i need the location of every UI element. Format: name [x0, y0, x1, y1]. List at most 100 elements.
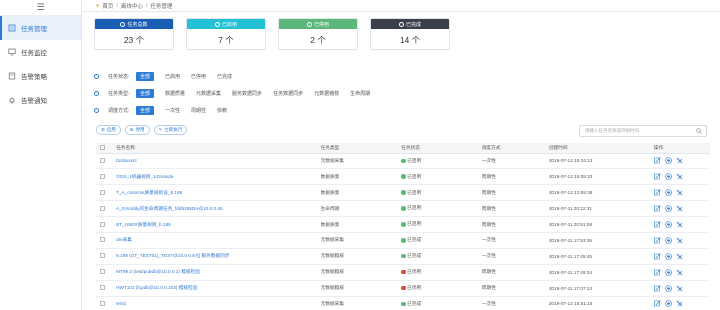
status-label: 已启用: [407, 157, 422, 163]
row-checkbox[interactable]: [96, 184, 114, 202]
sidebar-item-alert-notice[interactable]: 告警通知: [0, 88, 81, 112]
delete-icon[interactable]: [676, 205, 683, 212]
breadcrumb-level2[interactable]: 离线中心: [121, 2, 143, 10]
task-name-link[interactable]: MT99.2 (test/pubdb@10.0.0.2) 稽核检验: [113, 264, 321, 281]
row-checkbox[interactable]: [96, 264, 114, 281]
play-icon[interactable]: [664, 284, 672, 292]
edit-icon[interactable]: [653, 253, 661, 260]
row-checkbox[interactable]: [96, 280, 114, 297]
pause-icon[interactable]: [664, 205, 672, 212]
status-label: 已启用: [407, 221, 422, 227]
edit-icon[interactable]: [653, 268, 661, 276]
play-icon[interactable]: [664, 252, 672, 260]
filter-option[interactable]: 生命周期: [350, 90, 370, 97]
delete-icon[interactable]: [676, 221, 683, 228]
menu-toggle-icon[interactable]: ☰: [0, 0, 81, 16]
filter-option[interactable]: 周期性: [191, 107, 206, 114]
edit-icon[interactable]: [653, 221, 661, 228]
breadcrumb-home[interactable]: 首页: [102, 2, 113, 10]
search-input[interactable]: 请输入任务名称或开始时间: [579, 125, 707, 137]
task-name-link[interactable]: BT_USER质量规则_b.199: [113, 216, 321, 233]
card-completed[interactable]: 已完成 14 个: [370, 18, 450, 50]
card-enabled[interactable]: 已启用 7 个: [186, 18, 266, 50]
sidebar-item-alert-policy[interactable]: 告警策略: [0, 64, 81, 88]
filter-option[interactable]: 全部: [136, 106, 155, 115]
row-checkbox[interactable]: [96, 168, 114, 186]
filter-option[interactable]: 已停用: [191, 73, 206, 80]
delete-icon[interactable]: [676, 269, 683, 276]
row-actions: [653, 232, 710, 249]
filter-option[interactable]: 任务数据同步: [273, 90, 303, 97]
select-all-checkbox[interactable]: [96, 143, 114, 154]
status-label: 已完成: [407, 237, 422, 243]
play-icon[interactable]: [664, 237, 672, 244]
task-name-link[interactable]: OOS_1机器规则_142oracle: [113, 168, 321, 186]
filter-option[interactable]: 数据质量: [165, 90, 185, 97]
delete-icon[interactable]: [676, 237, 683, 244]
delete-icon[interactable]: [676, 173, 683, 180]
table-row: HWT103 (fcpdb@10.0.0.103) 稽核检验 元数据稽核 已停用 周期…: [96, 280, 710, 297]
row-actions: [653, 216, 710, 233]
filter-option[interactable]: 一次性: [165, 107, 180, 114]
card-header: 已启用: [187, 19, 265, 29]
card-total[interactable]: 任务总数 23 个: [94, 18, 174, 50]
task-name-link[interactable]: HWT103 (fcpdb@10.0.0.103) 稽核检验: [113, 280, 321, 297]
task-name-link[interactable]: bzdsxxsct: [113, 153, 321, 170]
edit-icon[interactable]: [653, 300, 661, 307]
table-row: dm采集 元数据采集 已完成 一次性 2019-07-11 17:53:35: [96, 232, 710, 249]
delete-icon[interactable]: [676, 285, 683, 292]
edit-icon[interactable]: [653, 157, 661, 164]
pause-icon[interactable]: [664, 173, 672, 181]
edit-icon[interactable]: [653, 284, 661, 292]
delete-icon[interactable]: [676, 157, 683, 164]
row-checkbox[interactable]: [96, 216, 114, 233]
row-checkbox[interactable]: [96, 232, 114, 249]
play-icon[interactable]: [664, 268, 672, 276]
filter-row-type: 任务类型: 全部 数据质量 元数据采集 服务数据同步 任务数据同步 元数据稽核 …: [94, 85, 381, 102]
col-header-name[interactable]: 任务名称: [113, 143, 321, 154]
task-name-link[interactable]: T_A_cmscms质量规则设_8.199: [113, 184, 321, 202]
row-checkbox[interactable]: [96, 248, 114, 265]
search-icon[interactable]: [696, 128, 702, 135]
table-toolbar: ⊕ 启用 ⊕ 停用 ✎ 立即执行: [96, 125, 188, 135]
enable-button[interactable]: ⊕ 启用: [96, 125, 121, 135]
row-checkbox[interactable]: [96, 200, 114, 218]
sidebar-item-task-management[interactable]: 任务管理: [0, 16, 81, 40]
play-icon[interactable]: [664, 300, 672, 308]
filter-option[interactable]: 全部: [136, 89, 155, 98]
task-created-time: 2019-07-11 20:51:08: [548, 216, 654, 233]
run-now-button[interactable]: ✎ 立即执行: [153, 125, 188, 135]
status-dot-icon: [401, 222, 406, 227]
edit-icon[interactable]: [653, 189, 661, 196]
pause-icon[interactable]: [664, 221, 672, 228]
filter-option[interactable]: 已完成: [217, 73, 232, 80]
filter-option[interactable]: 已启用: [165, 73, 180, 80]
edit-icon[interactable]: [653, 205, 661, 212]
card-disabled[interactable]: 已停用 2 个: [278, 18, 358, 50]
task-name-link[interactable]: dm采集: [113, 232, 321, 249]
pause-icon[interactable]: [664, 189, 672, 197]
filter-option[interactable]: 元数据稽核: [314, 90, 339, 97]
task-name-link[interactable]: 8.199 (GT_TEST01)_TEST@10.0.0.57[] 服务数据同…: [113, 248, 321, 265]
card-label: 已完成: [405, 21, 421, 28]
task-name-link[interactable]: A_Gmnddy的生命周期任务_fdd5195DA@10.0.0.45: [113, 200, 321, 218]
delete-icon[interactable]: [676, 189, 683, 196]
play-icon[interactable]: [664, 157, 672, 165]
row-checkbox[interactable]: [96, 153, 114, 170]
task-name-link[interactable]: test1: [113, 296, 321, 310]
button-label: 启用: [106, 127, 116, 132]
filter-option[interactable]: 依赖: [217, 107, 227, 114]
filter-option[interactable]: 服务数据同步: [232, 90, 262, 97]
disable-button[interactable]: ⊕ 停用: [124, 125, 150, 135]
sidebar-item-task-monitor[interactable]: 任务监控: [0, 40, 81, 64]
edit-icon[interactable]: [653, 237, 661, 244]
task-schedule: 一次性: [481, 248, 549, 265]
task-created-time: 2019-07-12 15:05:33: [548, 168, 654, 186]
filter-option[interactable]: 全部: [136, 72, 155, 81]
task-schedule: 周期性: [481, 168, 549, 186]
delete-icon[interactable]: [676, 300, 683, 307]
edit-icon[interactable]: [653, 173, 661, 180]
row-checkbox[interactable]: [96, 296, 114, 310]
delete-icon[interactable]: [676, 253, 683, 260]
filter-option[interactable]: 元数据采集: [196, 90, 221, 97]
